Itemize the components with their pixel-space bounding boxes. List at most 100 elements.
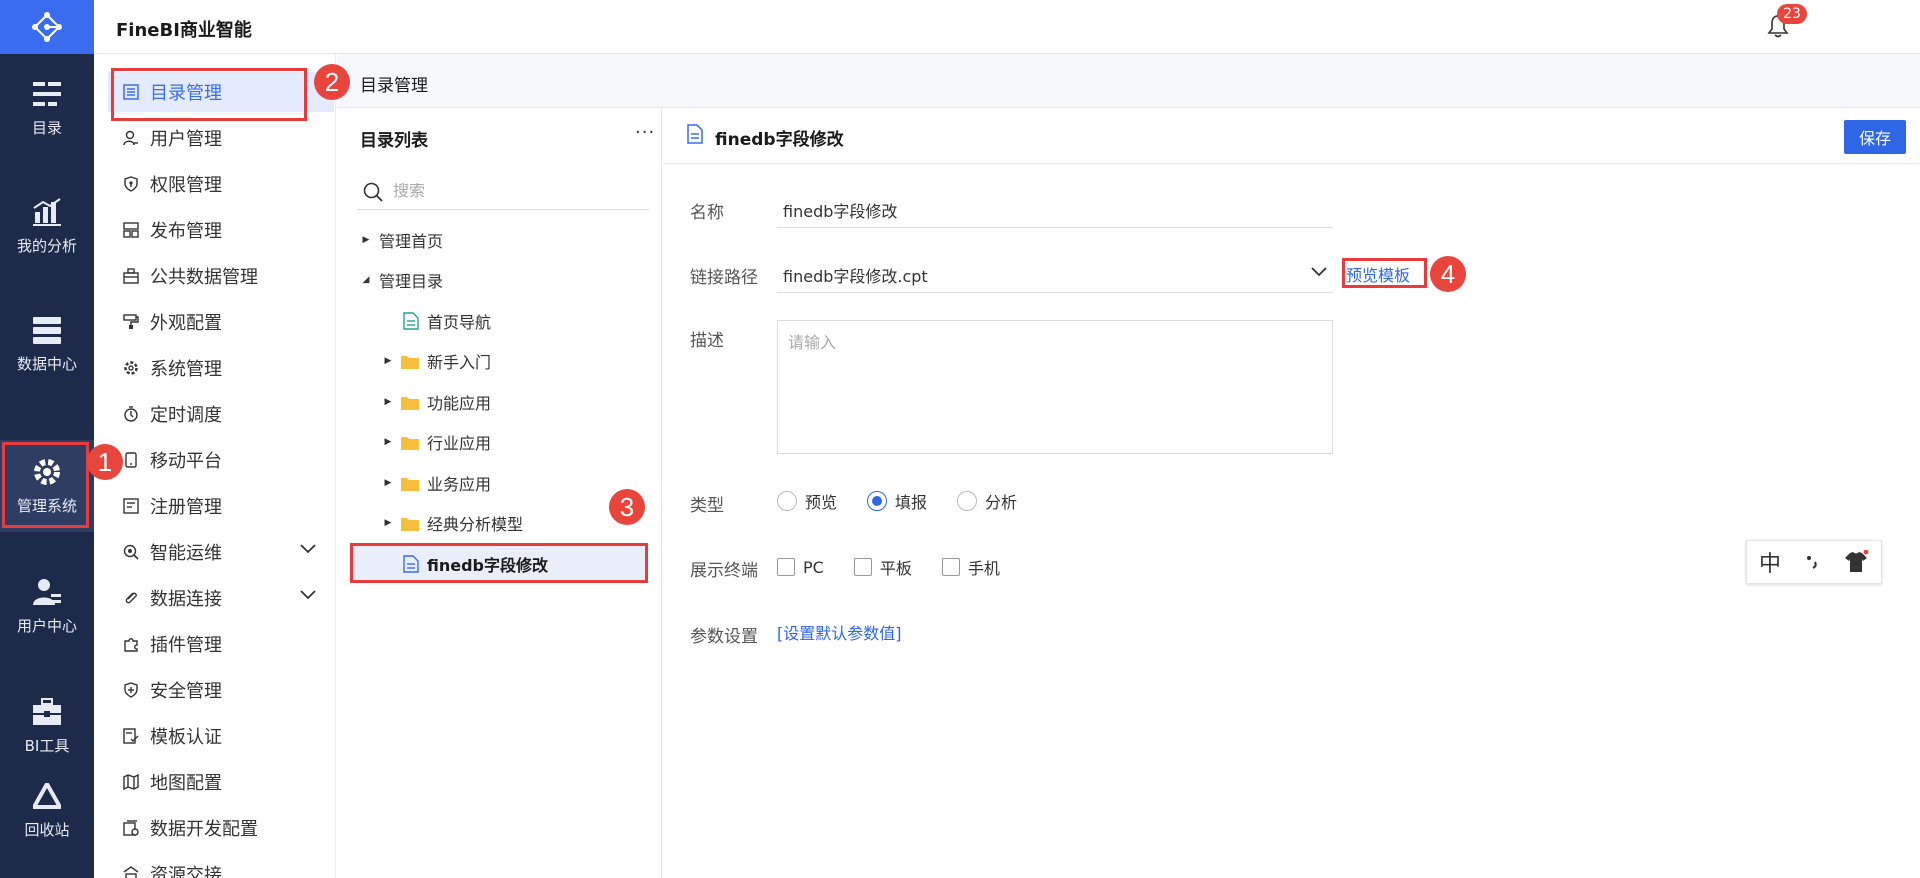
step-marker-1: 1: [87, 444, 123, 480]
logo-icon: [32, 12, 62, 42]
chevron-down-icon: [1311, 267, 1327, 277]
nav-item-plugin-management[interactable]: 插件管理: [108, 624, 334, 664]
checkbox-pc[interactable]: [777, 558, 795, 576]
tree-search: [357, 174, 649, 210]
caret-right-icon[interactable]: ▶: [383, 397, 393, 407]
nav-item-resource-handover[interactable]: 资源交接: [108, 854, 334, 878]
rail-item-catalog[interactable]: 目录: [0, 62, 94, 154]
map-icon: [122, 773, 140, 791]
path-select[interactable]: finedb字段修改.cpt: [777, 263, 1333, 293]
tree-node-getting-started[interactable]: ▶ 新手入门: [383, 343, 491, 379]
nav-item-permission-management[interactable]: 权限管理: [108, 164, 334, 204]
nav-item-publish-management[interactable]: 发布管理: [108, 210, 334, 250]
radio-fill[interactable]: [867, 491, 888, 511]
nav-item-template-certification[interactable]: 模板认证: [108, 716, 334, 756]
nav-item-security-management[interactable]: 安全管理: [108, 670, 334, 710]
left-rail: 目录 我的分析 数据中心 管理系统 用户中心 BI工具 回收站: [0, 0, 94, 878]
terminal-option-tablet[interactable]: 平板: [853, 555, 912, 579]
nav-item-scheduled-tasks[interactable]: 定时调度: [108, 394, 334, 434]
notification-badge: 23: [1777, 4, 1807, 24]
checkbox-tablet[interactable]: [853, 558, 872, 576]
tree-node-label: 业务应用: [427, 475, 492, 494]
recycle-icon: [32, 781, 62, 811]
rail-item-label: 回收站: [24, 820, 70, 839]
settings-icon: [122, 359, 140, 377]
caret-right-icon[interactable]: ▶: [383, 518, 393, 528]
highlight-box-admin-system: [2, 442, 89, 528]
type-option-analysis[interactable]: 分析: [957, 489, 1017, 513]
tree-node-label: 首页导航: [427, 313, 492, 332]
terminal-label: 展示终端: [690, 561, 758, 581]
radio-preview[interactable]: [777, 491, 797, 511]
nav-item-label: 定时调度: [150, 405, 222, 426]
tree-node-admin-home[interactable]: ▶ 管理首页: [361, 222, 443, 258]
terminal-option-mobile[interactable]: 手机: [941, 555, 1000, 579]
param-label: 参数设置: [690, 627, 758, 647]
nav-item-appearance-config[interactable]: 外观配置: [108, 302, 334, 342]
tree-search-input[interactable]: [393, 182, 633, 201]
rail-item-user-center[interactable]: 用户中心: [0, 560, 94, 652]
nav-item-system-management[interactable]: 系统管理: [108, 348, 334, 388]
path-label: 链接路径: [690, 268, 758, 288]
tree-node-business-apps[interactable]: ▶ 业务应用: [383, 465, 491, 501]
ops-icon: [122, 543, 140, 561]
ime-toolbar[interactable]: 中: [1746, 540, 1882, 584]
nav-item-map-config[interactable]: 地图配置: [108, 762, 334, 802]
tree-node-feature-apps[interactable]: ▶ 功能应用: [383, 384, 491, 420]
skin-icon[interactable]: [1843, 550, 1869, 574]
type-option-fill[interactable]: 填报: [867, 489, 927, 513]
save-button[interactable]: 保存: [1844, 120, 1906, 154]
rail-item-data-center[interactable]: 数据中心: [0, 298, 94, 390]
folder-icon: [401, 355, 419, 369]
rail-item-recycle-bin[interactable]: 回收站: [0, 764, 94, 856]
name-field[interactable]: finedb字段修改: [777, 198, 1333, 228]
caret-down-icon[interactable]: ◢: [361, 275, 371, 285]
nav-item-data-connection[interactable]: 数据连接: [108, 578, 334, 618]
description-textarea[interactable]: 请输入: [777, 320, 1333, 454]
radio-label: 预览: [805, 493, 838, 512]
nav-item-smart-ops[interactable]: 智能运维: [108, 532, 334, 572]
nav-item-registration-management[interactable]: 注册管理: [108, 486, 334, 526]
set-default-params-link[interactable]: [设置默认参数值]: [777, 620, 902, 644]
nav-item-label: 资源交接: [150, 865, 222, 878]
nav-item-public-data-management[interactable]: 公共数据管理: [108, 256, 334, 296]
tree-node-industry-apps[interactable]: ▶ 行业应用: [383, 424, 491, 460]
tree-node-classic-models[interactable]: ▶ 经典分析模型: [383, 505, 523, 541]
nav-item-label: 外观配置: [150, 313, 222, 334]
nav-item-user-management[interactable]: 用户管理: [108, 118, 334, 158]
nav-item-mobile-platform[interactable]: 移动平台: [108, 440, 334, 480]
tree-node-label: 新手入门: [427, 353, 492, 372]
radio-analysis[interactable]: [957, 491, 978, 511]
path-value: finedb字段修改.cpt: [783, 267, 928, 286]
caret-right-icon[interactable]: ▶: [361, 235, 371, 245]
caret-right-icon[interactable]: ▶: [383, 437, 393, 447]
step-marker-4: 4: [1430, 256, 1466, 292]
search-icon: [363, 182, 383, 202]
folder-icon: [401, 396, 419, 410]
punctuation-icon[interactable]: [1805, 554, 1819, 570]
nav-item-label: 权限管理: [150, 175, 222, 196]
rail-item-label: 用户中心: [16, 616, 77, 635]
terminal-checkbox-group: PC 平板 手机: [777, 555, 1020, 579]
caret-right-icon[interactable]: ▶: [383, 478, 393, 488]
tree-more-button[interactable]: ···: [635, 122, 655, 143]
tree-node-label: 经典分析模型: [427, 515, 524, 534]
nav-item-data-dev-config[interactable]: 数据开发配置: [108, 808, 334, 848]
app-logo[interactable]: [0, 0, 94, 54]
tree-node-admin-catalog[interactable]: ◢ 管理目录: [361, 262, 443, 298]
chevron-down-icon: [300, 590, 316, 600]
layout-icon: [122, 221, 140, 239]
checkbox-mobile[interactable]: [941, 558, 960, 576]
nav-item-label: 系统管理: [150, 359, 222, 380]
catalog-tree-panel: 目录列表 ··· ▶ 管理首页 ◢ 管理目录 首页导航 ▶ 新手入门 ▶ 功能应…: [337, 108, 662, 878]
description-label: 描述: [690, 331, 724, 351]
caret-right-icon[interactable]: ▶: [383, 356, 393, 366]
type-option-preview[interactable]: 预览: [777, 489, 837, 513]
checkbox-label: 平板: [879, 559, 912, 578]
ime-language[interactable]: 中: [1759, 546, 1781, 578]
rail-item-my-analysis[interactable]: 我的分析: [0, 180, 94, 272]
terminal-option-pc[interactable]: PC: [777, 558, 824, 577]
tree-node-home-navigation[interactable]: 首页导航: [403, 303, 491, 339]
rail-item-bi-tools[interactable]: BI工具: [0, 680, 94, 772]
nav-item-label: 地图配置: [150, 773, 222, 794]
